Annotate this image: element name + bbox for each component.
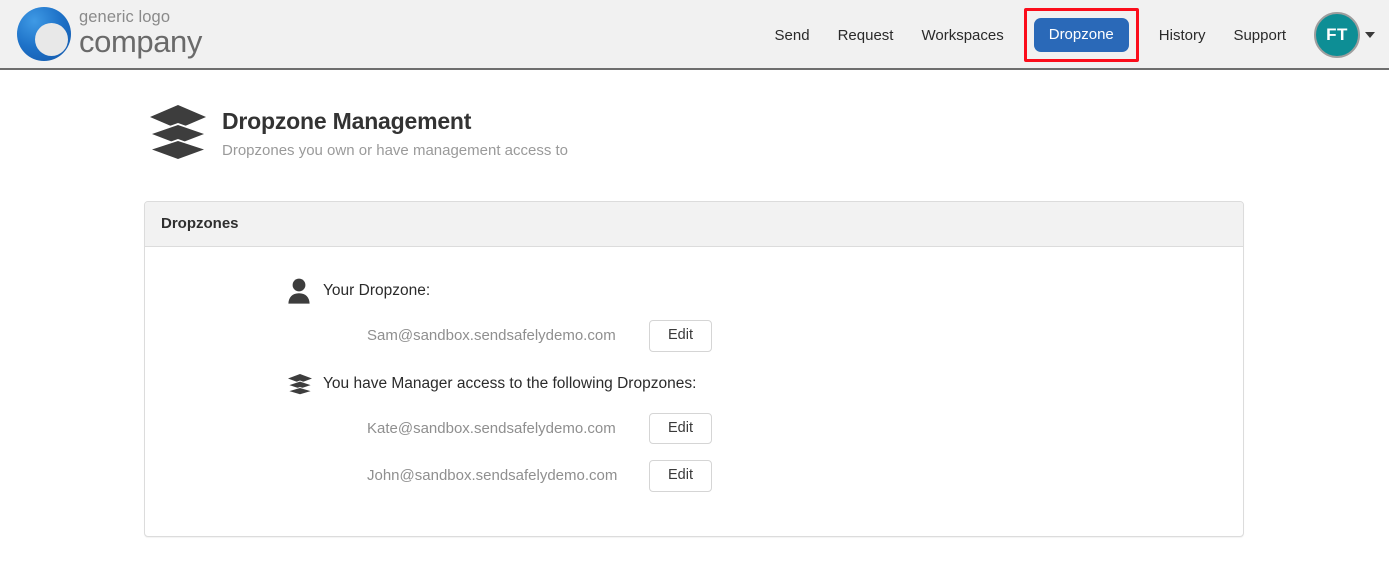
brand-wordmark: generic logo company	[79, 9, 202, 60]
dropzone-email: John@sandbox.sendsafelydemo.com	[367, 467, 618, 485]
dropzone-highlight-annotation: Dropzone	[1023, 8, 1139, 62]
group-your-dropzone: Your Dropzone: Sam@sandbox.sendsafelydem…	[145, 278, 1243, 352]
chevron-down-icon[interactable]	[1365, 32, 1375, 38]
layers-stack-icon	[288, 373, 312, 395]
dropzone-email: Sam@sandbox.sendsafelydemo.com	[367, 327, 616, 345]
group-header: Your Dropzone:	[145, 278, 1243, 304]
nav-links: Send Request Workspaces Dropzone History…	[761, 0, 1375, 70]
avatar[interactable]: FT	[1314, 12, 1360, 58]
group-label: You have Manager access to the following…	[323, 374, 697, 392]
group-manager-access: You have Manager access to the following…	[145, 371, 1243, 492]
nav-item-dropzone[interactable]: Dropzone	[1033, 18, 1129, 52]
nav-item-request[interactable]: Request	[824, 27, 908, 44]
generic-circle-logo-icon	[16, 6, 72, 62]
dropzone-email: Kate@sandbox.sendsafelydemo.com	[367, 419, 616, 437]
group-header: You have Manager access to the following…	[145, 371, 1243, 397]
brand-tagline: generic logo	[79, 7, 171, 26]
page-header: Dropzone Management Dropzones you own or…	[148, 103, 1389, 161]
layers-stack-icon	[150, 105, 206, 160]
person-icon	[288, 278, 310, 304]
group-label: Your Dropzone:	[323, 282, 431, 299]
nav-item-workspaces[interactable]: Workspaces	[907, 27, 1017, 44]
nav-item-history[interactable]: History	[1145, 27, 1220, 44]
panel-body: Your Dropzone: Sam@sandbox.sendsafelydem…	[145, 247, 1243, 536]
brand-name: company	[79, 24, 202, 60]
dropzone-row: John@sandbox.sendsafelydemo.com Edit	[145, 460, 1243, 492]
panel-title: Dropzones	[145, 202, 1243, 247]
page-subtitle: Dropzones you own or have management acc…	[222, 142, 569, 159]
dropzones-panel: Dropzones Your Dropzone: Sam@sandbox.sen…	[144, 201, 1244, 537]
brand-logo[interactable]: generic logo company	[16, 4, 202, 64]
edit-button[interactable]: Edit	[649, 412, 712, 444]
edit-button[interactable]: Edit	[649, 460, 712, 492]
edit-button[interactable]: Edit	[649, 320, 712, 352]
dropzone-row: Sam@sandbox.sendsafelydemo.com Edit	[145, 320, 1243, 352]
top-navigation-bar: generic logo company Send Request Worksp…	[0, 0, 1389, 70]
account-menu[interactable]: FT	[1314, 12, 1375, 58]
nav-item-support[interactable]: Support	[1219, 27, 1300, 44]
nav-item-send[interactable]: Send	[761, 27, 824, 44]
dropzone-row: Kate@sandbox.sendsafelydemo.com Edit	[145, 412, 1243, 444]
page-title: Dropzone Management	[222, 108, 472, 134]
